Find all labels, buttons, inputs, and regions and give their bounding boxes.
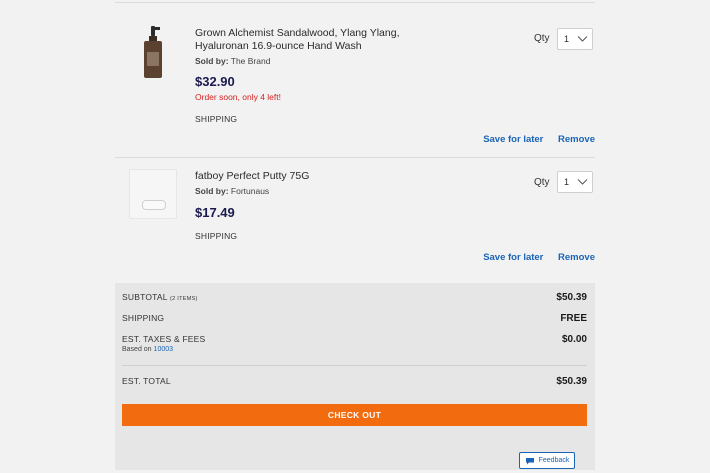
- cart-item: Grown Alchemist Sandalwood, Ylang Ylang,…: [115, 3, 595, 158]
- item-price: $17.49: [195, 205, 235, 220]
- product-image[interactable]: [135, 23, 171, 81]
- checkout-button[interactable]: CHECK OUT: [122, 404, 587, 426]
- based-on-label: Based on: [122, 346, 152, 353]
- quantity-select[interactable]: 1: [557, 171, 593, 193]
- remove-link[interactable]: Remove: [558, 134, 595, 145]
- cart-item: fatboy Perfect Putty 75G Sold by: Fortun…: [115, 159, 595, 281]
- qty-label: Qty: [534, 177, 550, 188]
- subtotal-value: $50.39: [556, 292, 587, 303]
- divider: [115, 157, 595, 158]
- stock-warning: Order soon, only 4 left!: [195, 92, 281, 102]
- item-price: $32.90: [195, 74, 235, 89]
- sold-by: Sold by: The Brand: [195, 56, 425, 66]
- subtotal-label-text: SUBTOTAL: [122, 292, 168, 302]
- item-info: fatboy Perfect Putty 75G Sold by: Fortun…: [195, 170, 425, 241]
- divider: [122, 365, 587, 366]
- putty-tin-icon: [129, 169, 177, 219]
- sold-by-label: Sold by:: [195, 56, 229, 66]
- subtotal-label: SUBTOTAL (2 ITEMS): [122, 292, 198, 302]
- order-summary: SUBTOTAL (2 ITEMS) $50.39 SHIPPING FREE …: [115, 283, 595, 470]
- sold-by: Sold by: Fortunaus: [195, 186, 425, 196]
- product-title-line[interactable]: Grown Alchemist Sandalwood, Ylang Ylang,: [195, 27, 425, 40]
- tax-location: Based on 10003: [122, 346, 173, 353]
- feedback-label: Feedback: [538, 457, 570, 464]
- chevron-down-icon: [577, 36, 588, 42]
- chat-bubble-icon: [525, 457, 534, 464]
- product-title-line[interactable]: Hyaluronan 16.9-ounce Hand Wash: [195, 40, 425, 53]
- seller-name: Fortunaus: [230, 186, 270, 196]
- taxes-value: $0.00: [561, 334, 587, 345]
- total-value: $50.39: [556, 376, 587, 387]
- chevron-down-icon: [577, 179, 588, 185]
- save-for-later-link[interactable]: Save for later: [483, 252, 543, 263]
- product-image[interactable]: [129, 169, 177, 219]
- quantity-value: 1: [564, 34, 570, 44]
- item-count: (2 ITEMS): [169, 296, 198, 302]
- shipping-label: SHIPPING: [195, 114, 238, 124]
- taxes-label: EST. TAXES & FEES: [122, 334, 206, 344]
- remove-link[interactable]: Remove: [558, 252, 595, 263]
- cart-panel: Grown Alchemist Sandalwood, Ylang Ylang,…: [115, 0, 595, 473]
- hand-wash-bottle-icon: [143, 26, 163, 78]
- item-actions: Save for later Remove: [483, 252, 595, 263]
- seller-name: The Brand: [230, 56, 271, 66]
- zip-code-link[interactable]: 10003: [154, 346, 173, 353]
- total-label: EST. TOTAL: [122, 376, 171, 386]
- shipping-value: FREE: [560, 313, 587, 324]
- item-info: Grown Alchemist Sandalwood, Ylang Ylang,…: [195, 27, 425, 124]
- shipping-label: SHIPPING: [122, 313, 165, 323]
- product-title[interactable]: Grown Alchemist Sandalwood, Ylang Ylang,…: [195, 27, 425, 53]
- qty-label: Qty: [534, 33, 550, 44]
- feedback-button[interactable]: Feedback: [519, 452, 575, 469]
- shipping-label: SHIPPING: [195, 231, 238, 241]
- product-title[interactable]: fatboy Perfect Putty 75G: [195, 170, 425, 183]
- quantity-value: 1: [564, 177, 570, 187]
- quantity-select[interactable]: 1: [557, 28, 593, 50]
- save-for-later-link[interactable]: Save for later: [483, 134, 543, 145]
- sold-by-label: Sold by:: [195, 186, 229, 196]
- item-actions: Save for later Remove: [483, 134, 595, 145]
